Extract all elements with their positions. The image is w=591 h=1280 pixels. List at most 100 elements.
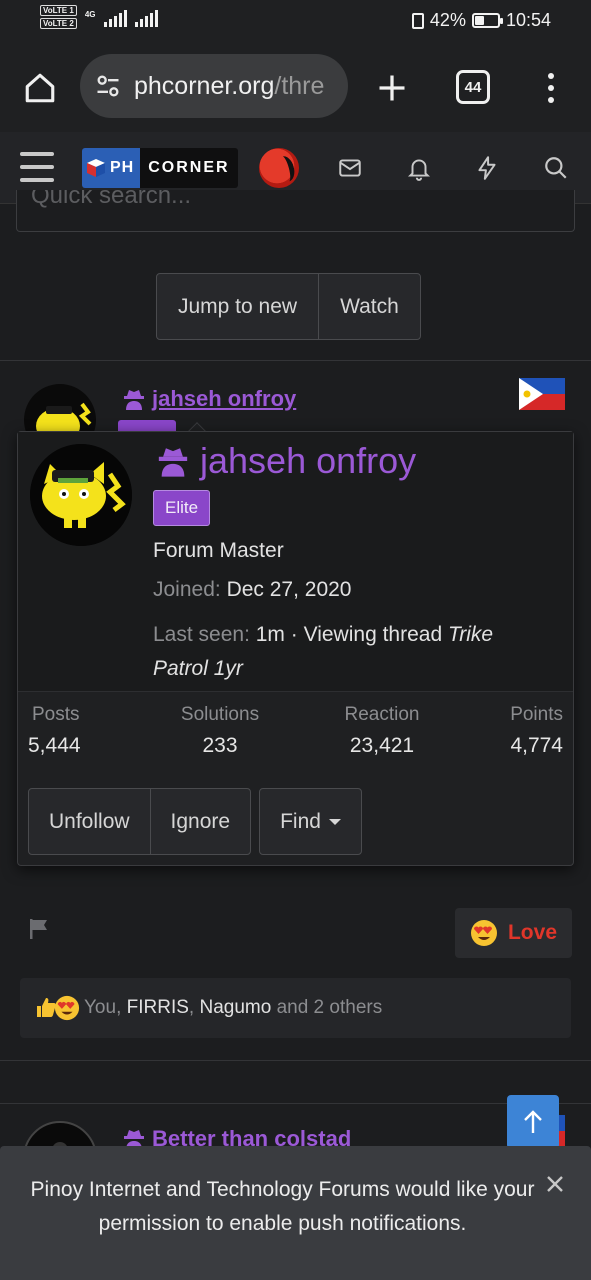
member-stats: Posts 5,444 Solutions 233 Reaction 23,42… xyxy=(18,704,573,774)
envelope-icon xyxy=(339,159,361,177)
address-bar[interactable]: phcorner.org/thre xyxy=(80,54,348,118)
stat-value: 23,421 xyxy=(349,734,415,757)
last-seen-label: Last seen: xyxy=(153,623,250,646)
quick-search-input[interactable]: Quick search... xyxy=(16,190,575,232)
signal-1-icon xyxy=(103,5,127,27)
find-dropdown-button[interactable]: Find xyxy=(260,789,361,854)
whats-new-button[interactable] xyxy=(471,152,503,184)
find-label: Find xyxy=(280,809,321,833)
stat-reaction[interactable]: Reaction 23,421 xyxy=(334,704,430,758)
reaction-separator: , xyxy=(188,997,195,1018)
home-icon xyxy=(25,73,55,103)
menu-dot xyxy=(548,97,554,103)
stat-value: 5,444 xyxy=(28,734,81,757)
arrow-up-icon xyxy=(524,1110,542,1133)
reaction-you: You xyxy=(84,997,117,1018)
stat-label: Posts xyxy=(32,704,80,725)
love-label: Love xyxy=(507,921,557,944)
clock: 10:54 xyxy=(505,10,551,30)
report-flag-icon[interactable] xyxy=(28,918,50,940)
post-author-name: jahseh onfroy xyxy=(152,386,297,411)
stat-label: Reaction xyxy=(344,704,420,725)
member-tooltip-header: jahseh onfroy Elite Forum Master Joined:… xyxy=(18,432,573,692)
joined-value: Dec 27, 2020 xyxy=(226,578,352,601)
philippines-flag-icon xyxy=(519,378,565,410)
stat-label: Solutions xyxy=(180,704,260,725)
stat-solutions[interactable]: Solutions 233 xyxy=(172,704,268,758)
browser-toolbar: phcorner.org/thre 44 xyxy=(0,42,591,132)
joined-label: Joined: xyxy=(153,578,221,601)
status-bar: VoLTE 1 VoLTE 2 4G 42% 10:54 xyxy=(0,0,591,42)
caret-down-icon xyxy=(328,818,341,825)
stat-label: Points xyxy=(510,704,563,725)
member-last-seen: Last seen: 1m · Viewing thread Trike Pat… xyxy=(153,618,553,686)
hamburger-menu-button[interactable] xyxy=(20,152,54,182)
inbox-button[interactable] xyxy=(334,152,366,184)
reaction-separator: , xyxy=(116,997,122,1018)
post-author-avatar[interactable] xyxy=(22,382,98,432)
love-reaction-button[interactable]: Love xyxy=(455,908,572,958)
reaction-user-link[interactable]: FIRRIS xyxy=(127,997,189,1019)
divider xyxy=(0,1103,591,1104)
url-domain: phcorner.org xyxy=(134,71,275,100)
stat-points[interactable]: Points 4,774 xyxy=(510,704,563,758)
battery-icon xyxy=(471,13,503,28)
vibrate-icon xyxy=(411,12,424,29)
stat-value: 233 xyxy=(202,734,238,757)
browser-menu-button[interactable] xyxy=(536,68,566,108)
divider xyxy=(0,1060,591,1061)
volte-indicator: VoLTE 1 VoLTE 2 xyxy=(40,5,77,29)
divider xyxy=(0,360,591,361)
push-message: Pinoy Internet and Technology Forums wou… xyxy=(30,1178,535,1235)
last-seen-value: 1m · Viewing thread xyxy=(255,623,443,646)
reaction-others-link[interactable]: and 2 others xyxy=(277,997,383,1019)
unfollow-button[interactable]: Unfollow xyxy=(29,789,150,854)
site-logo[interactable]: PH CORNER xyxy=(82,148,238,188)
ignore-button[interactable]: Ignore xyxy=(149,789,251,854)
logo-cube-icon xyxy=(87,159,105,177)
new-tab-button[interactable] xyxy=(372,68,412,108)
reactions-summary[interactable]: You, FIRRIS, Nagumo and 2 others xyxy=(20,978,571,1038)
site-settings-icon[interactable] xyxy=(94,72,122,100)
menu-dot xyxy=(548,73,554,79)
volte-1-label: VoLTE 1 xyxy=(40,5,77,16)
alerts-button[interactable] xyxy=(403,152,435,184)
stat-posts[interactable]: Posts 5,444 xyxy=(28,704,81,758)
jump-to-new-button[interactable]: Jump to new xyxy=(157,274,318,339)
search-icon xyxy=(545,157,567,179)
watch-button[interactable]: Watch xyxy=(318,274,420,339)
signal-2-icon xyxy=(134,5,158,27)
user-avatar-button[interactable] xyxy=(259,148,299,188)
home-button[interactable] xyxy=(20,68,60,108)
menu-dot xyxy=(548,85,554,91)
spy-icon xyxy=(124,390,144,410)
reaction-user-link[interactable]: Nagumo xyxy=(199,997,271,1019)
url-text: phcorner.org/thre xyxy=(134,72,324,101)
plus-icon xyxy=(379,75,405,101)
close-icon[interactable] xyxy=(543,1172,567,1196)
battery-percent: 42% xyxy=(429,10,466,30)
reaction-icons xyxy=(34,995,80,1021)
heart-eyes-emoji-icon xyxy=(470,920,497,946)
thread-actions: Jump to new Watch xyxy=(156,273,421,340)
member-name-link[interactable]: jahseh onfroy xyxy=(156,440,416,482)
member-name: jahseh onfroy xyxy=(200,440,417,481)
quick-search-placeholder: Quick search... xyxy=(31,190,192,209)
member-tooltip: jahseh onfroy Elite Forum Master Joined:… xyxy=(17,431,574,866)
search-button[interactable] xyxy=(540,152,572,184)
stat-value: 4,774 xyxy=(510,734,563,757)
logo-ph-text: PH xyxy=(110,159,135,176)
member-joined: Joined: Dec 27, 2020 xyxy=(153,578,352,602)
member-avatar[interactable] xyxy=(30,444,132,546)
bell-icon xyxy=(407,159,431,181)
member-title: Forum Master xyxy=(153,539,284,562)
push-notification-prompt[interactable]: Pinoy Internet and Technology Forums wou… xyxy=(0,1146,591,1280)
scroll-to-top-button[interactable] xyxy=(507,1095,559,1149)
tab-switcher-button[interactable]: 44 xyxy=(456,70,490,104)
post-author-link[interactable]: jahseh onfroy xyxy=(122,386,296,412)
url-path: /thre xyxy=(274,71,325,100)
volte-2-label: VoLTE 2 xyxy=(40,18,77,29)
logo-corner-text: CORNER xyxy=(140,148,238,188)
heart-eyes-emoji-icon xyxy=(54,995,80,1021)
bolt-icon xyxy=(478,156,496,180)
